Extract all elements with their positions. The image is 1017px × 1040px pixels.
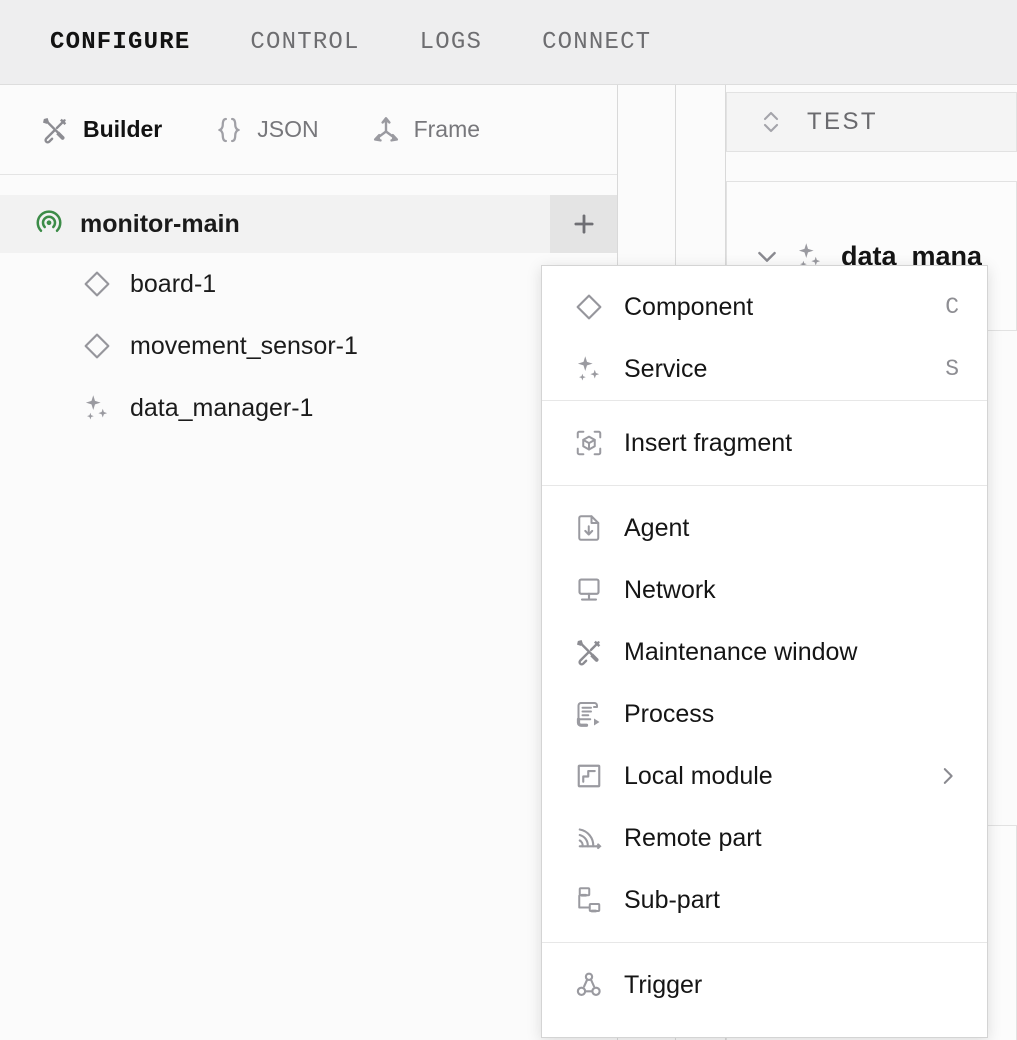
resource-tree: monitor-main board-1 movement_sensor-1 d… <box>0 175 617 439</box>
sparkle-icon <box>574 354 604 384</box>
menu-item-insert-fragment[interactable]: Insert fragment <box>542 412 987 474</box>
hierarchy-icon <box>574 885 604 915</box>
script-play-icon <box>574 699 604 729</box>
tab-frame[interactable]: Frame <box>371 115 480 145</box>
axes-icon <box>371 115 401 145</box>
menu-section-fragment: Insert fragment <box>542 400 987 485</box>
tools-icon <box>40 115 70 145</box>
broadcast-icon <box>34 209 64 239</box>
menu-item-label: Maintenance window <box>624 637 858 666</box>
menu-item-service[interactable]: Service S <box>542 338 987 400</box>
menu-item-shortcut: C <box>945 294 959 320</box>
chevron-right-icon <box>937 765 959 787</box>
left-panel: Builder JSON Frame monitor-main board-1 … <box>0 85 618 1040</box>
tab-builder[interactable]: Builder <box>40 115 162 145</box>
menu-item-label: Remote part <box>624 823 762 852</box>
monitor-icon <box>574 575 604 605</box>
tab-json-label: JSON <box>257 116 319 142</box>
top-navigation-bar: CONFIGURE CONTROL LOGS CONNECT <box>0 0 1017 85</box>
menu-item-trigger[interactable]: Trigger <box>542 954 987 1016</box>
menu-section-resources: Agent Network Maintenance window Process… <box>542 485 987 942</box>
menu-item-maintenance-window[interactable]: Maintenance window <box>542 621 987 683</box>
tab-frame-label: Frame <box>413 116 481 142</box>
menu-item-component[interactable]: Component C <box>542 276 987 338</box>
tab-builder-label: Builder <box>83 116 163 142</box>
tools-icon <box>574 637 604 667</box>
tree-root-label: monitor-main <box>80 209 240 238</box>
topnav-item-connect[interactable]: CONNECT <box>542 29 651 56</box>
add-resource-dropdown-menu: Component C Service S Insert fragment Ag… <box>541 265 988 1038</box>
tree-item-label: data_manager-1 <box>130 393 314 422</box>
menu-item-label: Component <box>624 292 754 321</box>
tree-item-data-manager-1[interactable]: data_manager-1 <box>0 377 617 439</box>
add-resource-button[interactable] <box>550 195 617 253</box>
tree-item-label: board-1 <box>130 269 217 298</box>
menu-item-label: Service <box>624 354 708 383</box>
menu-item-label: Network <box>624 575 716 604</box>
menu-section-trigger: Trigger <box>542 942 987 1027</box>
braces-icon <box>214 115 244 145</box>
file-download-icon <box>574 513 604 543</box>
sort-icon <box>759 107 783 137</box>
app-root: CONFIGURE CONTROL LOGS CONNECT Builder J… <box>0 0 1017 1040</box>
tab-json[interactable]: JSON <box>214 115 319 145</box>
menu-item-label: Process <box>624 699 715 728</box>
webhook-icon <box>574 970 604 1000</box>
signal-icon <box>574 823 604 853</box>
diamond-icon <box>82 331 112 361</box>
menu-item-network[interactable]: Network <box>542 559 987 621</box>
builder-view-tabs: Builder JSON Frame <box>0 85 617 175</box>
tree-item-board-1[interactable]: board-1 <box>0 253 617 315</box>
menu-item-shortcut: S <box>945 356 959 382</box>
module-icon <box>574 761 604 791</box>
tree-item-movement-sensor-1[interactable]: movement_sensor-1 <box>0 315 617 377</box>
tree-item-label: movement_sensor-1 <box>130 331 358 360</box>
tree-root-monitor-main[interactable]: monitor-main <box>0 195 617 253</box>
menu-item-sub-part[interactable]: Sub-part <box>542 869 987 931</box>
menu-item-local-module[interactable]: Local module <box>542 745 987 807</box>
menu-item-label: Agent <box>624 513 690 542</box>
sparkle-icon <box>82 393 112 423</box>
test-header-label: TEST <box>807 108 878 135</box>
topnav-item-configure[interactable]: CONFIGURE <box>50 29 190 56</box>
topnav-item-control[interactable]: CONTROL <box>250 29 359 56</box>
cube-scan-icon <box>574 428 604 458</box>
test-header-card[interactable]: TEST <box>726 92 1017 152</box>
menu-item-remote-part[interactable]: Remote part <box>542 807 987 869</box>
menu-item-label: Local module <box>624 761 773 790</box>
menu-item-label: Insert fragment <box>624 428 793 457</box>
menu-item-label: Sub-part <box>624 885 720 914</box>
menu-item-agent[interactable]: Agent <box>542 497 987 559</box>
plus-icon <box>573 214 594 234</box>
menu-item-process[interactable]: Process <box>542 683 987 745</box>
topnav-item-logs[interactable]: LOGS <box>420 29 482 56</box>
menu-item-label: Trigger <box>624 970 703 999</box>
diamond-icon <box>574 292 604 322</box>
menu-section-primary: Component C Service S <box>542 276 987 400</box>
diamond-icon <box>82 269 112 299</box>
